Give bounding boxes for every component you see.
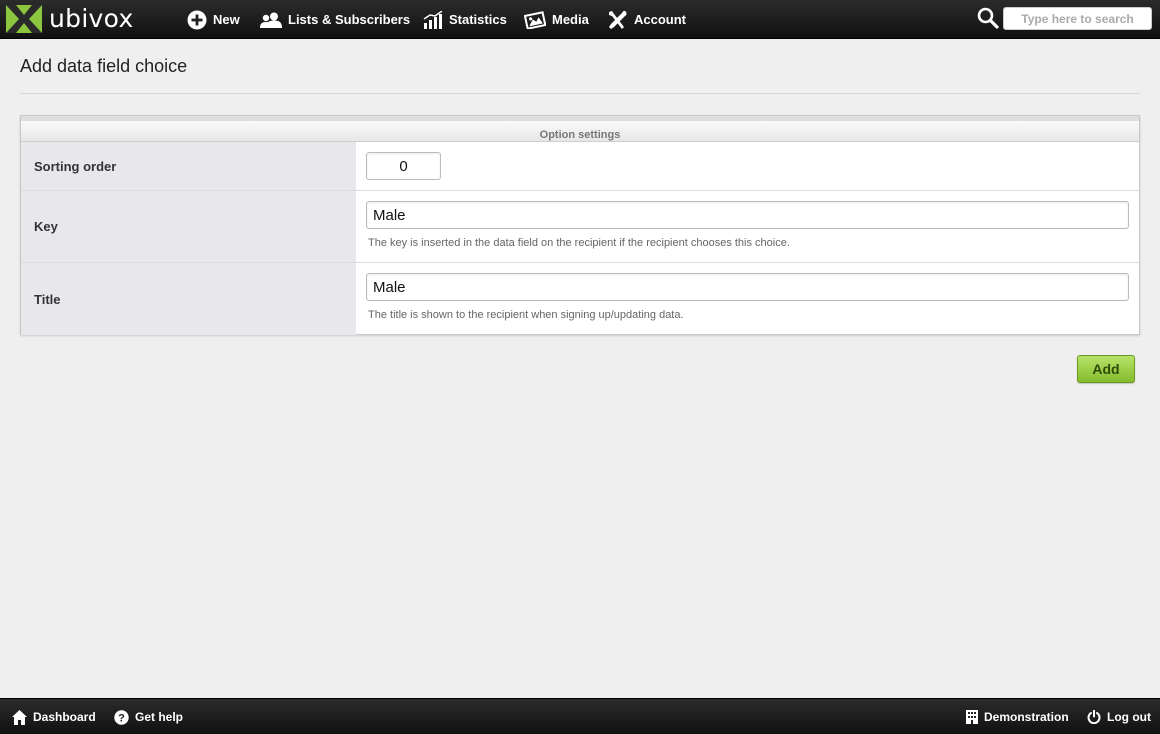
nav-statistics-label: Statistics xyxy=(449,12,507,27)
nav-lists-subscribers[interactable]: Lists & Subscribers xyxy=(260,0,410,39)
panel-header: Option settings xyxy=(21,116,1139,142)
page-title: Add data field choice xyxy=(20,56,188,76)
nav-lists-subscribers-label: Lists & Subscribers xyxy=(288,12,411,27)
nav-media-label: Media xyxy=(552,12,589,27)
tools-icon xyxy=(609,10,627,29)
sorting-order-label: Sorting order xyxy=(21,142,356,190)
form-row-key: Key The key is inserted in the data fiel… xyxy=(21,191,1139,263)
footer-help-label: Get help xyxy=(135,710,184,724)
footer-logout-label: Log out xyxy=(1107,710,1151,724)
image-icon xyxy=(524,10,546,29)
users-icon xyxy=(260,12,282,28)
sorting-order-field-cell xyxy=(356,142,1139,190)
home-icon xyxy=(12,709,27,725)
key-input[interactable] xyxy=(366,201,1129,229)
footer-demonstration-label: Demonstration xyxy=(984,710,1069,724)
footer-dashboard-label: Dashboard xyxy=(33,710,96,724)
footer-dashboard-link[interactable]: Dashboard xyxy=(12,699,96,734)
title-divider xyxy=(20,93,1140,94)
brand-name: ubivox xyxy=(49,4,134,33)
nav-account[interactable]: Account xyxy=(606,0,686,39)
search-icon[interactable] xyxy=(977,7,999,29)
plus-circle-icon xyxy=(187,10,207,29)
title-help-text: The title is shown to the recipient when… xyxy=(368,309,684,321)
brand-logo[interactable]: ubivox xyxy=(6,4,134,34)
key-label: Key xyxy=(21,191,356,262)
add-button[interactable]: Add xyxy=(1077,355,1135,383)
sorting-order-input[interactable] xyxy=(366,152,441,180)
footer-bar: Dashboard ? Get help Demonstration Log o… xyxy=(0,698,1160,734)
option-settings-panel: Option settings Sorting order Key The ke… xyxy=(20,115,1140,335)
building-icon xyxy=(966,710,978,724)
title-label: Title xyxy=(21,263,356,335)
nav-new-label: New xyxy=(213,12,240,27)
title-field-cell: The title is shown to the recipient when… xyxy=(356,263,1139,335)
nav-media[interactable]: Media xyxy=(524,0,589,39)
title-input[interactable] xyxy=(366,273,1129,301)
bar-chart-icon xyxy=(423,10,443,29)
form-row-title: Title The title is shown to the recipien… xyxy=(21,263,1139,335)
search-input[interactable] xyxy=(1003,7,1152,30)
ubivox-logo-icon xyxy=(6,5,42,33)
nav-new[interactable]: New xyxy=(187,0,240,39)
footer-help-link[interactable]: ? Get help xyxy=(114,699,183,734)
power-icon xyxy=(1087,710,1101,724)
footer-demonstration-link[interactable]: Demonstration xyxy=(966,699,1069,734)
help-icon: ? xyxy=(114,709,129,725)
key-help-text: The key is inserted in the data field on… xyxy=(368,237,790,249)
nav-account-label: Account xyxy=(634,12,686,27)
form-row-sorting-order: Sorting order xyxy=(21,142,1139,191)
footer-logout-link[interactable]: Log out xyxy=(1087,699,1151,734)
key-field-cell: The key is inserted in the data field on… xyxy=(356,191,1139,262)
nav-statistics[interactable]: Statistics xyxy=(423,0,507,39)
svg-text:?: ? xyxy=(118,712,125,724)
top-navigation-bar: ubivox New Lists & Subscribers Statistic… xyxy=(0,0,1160,39)
